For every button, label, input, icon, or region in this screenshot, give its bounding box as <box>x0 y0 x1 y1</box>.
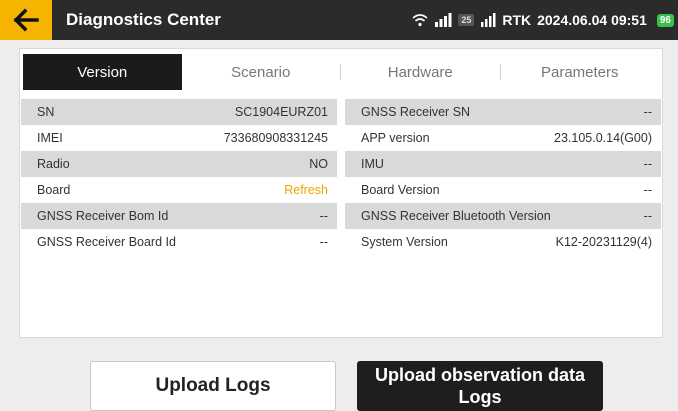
row-value: K12-20231129(4) <box>555 235 652 249</box>
row-value: -- <box>643 183 652 197</box>
cellular-signal-icon <box>435 13 452 27</box>
row-label: IMEI <box>37 131 63 145</box>
info-row-board: Board Refresh <box>21 177 337 203</box>
network-badge: 25 <box>458 14 475 26</box>
rtk-label: RTK <box>502 12 532 28</box>
right-column: GNSS Receiver SN -- APP version 23.105.0… <box>345 99 661 255</box>
tab-scenario[interactable]: Scenario <box>182 54 341 90</box>
row-label: Board <box>37 183 71 197</box>
info-row-app-version: APP version 23.105.0.14(G00) <box>345 125 661 151</box>
info-row-board-version: Board Version -- <box>345 177 661 203</box>
info-row-imu: IMU -- <box>345 151 661 177</box>
top-bar: Diagnostics Center 25 RTK 2024.06.04 09:… <box>0 0 678 40</box>
row-value: 23.105.0.14(G00) <box>554 131 652 145</box>
page-title: Diagnostics Center <box>66 10 221 29</box>
row-value: 733680908331245 <box>223 131 328 145</box>
status-bar: 25 RTK 2024.06.04 09:51 96 <box>412 12 674 28</box>
row-value: -- <box>643 209 652 223</box>
info-row-board-id: GNSS Receiver Board Id -- <box>21 229 337 255</box>
row-label: Radio <box>37 157 70 171</box>
info-row-bom-id: GNSS Receiver Bom Id -- <box>21 203 337 229</box>
upload-observation-logs-button[interactable]: Upload observation data Logs <box>357 361 603 411</box>
battery-icon: 96 <box>656 13 674 27</box>
row-value: -- <box>643 105 652 119</box>
row-value: SC1904EURZ01 <box>234 105 328 119</box>
refresh-link[interactable]: Refresh <box>284 183 328 197</box>
row-label: GNSS Receiver Board Id <box>37 235 176 249</box>
row-label: APP version <box>361 131 430 145</box>
tab-bar: Version Scenario Hardware Parameters <box>20 52 662 92</box>
tab-hardware[interactable]: Hardware <box>341 54 500 90</box>
info-row-sn: SN SC1904EURZ01 <box>21 99 337 125</box>
wifi-icon <box>412 14 428 27</box>
row-value: -- <box>319 235 328 249</box>
tab-parameters[interactable]: Parameters <box>501 54 660 90</box>
back-button[interactable] <box>0 0 52 40</box>
datetime: 2024.06.04 09:51 <box>537 12 647 28</box>
row-label: SN <box>37 105 55 119</box>
upload-logs-button[interactable]: Upload Logs <box>90 361 336 411</box>
row-label: System Version <box>361 235 448 249</box>
row-label: GNSS Receiver Bom Id <box>37 209 169 223</box>
row-label: IMU <box>361 157 384 171</box>
row-label: GNSS Receiver Bluetooth Version <box>361 209 551 223</box>
tab-version[interactable]: Version <box>23 54 182 90</box>
info-row-imei: IMEI 733680908331245 <box>21 125 337 151</box>
info-row-radio: Radio NO <box>21 151 337 177</box>
row-label: GNSS Receiver SN <box>361 105 471 119</box>
left-column: SN SC1904EURZ01 IMEI 733680908331245 Rad… <box>21 99 337 255</box>
info-row-receiver-sn: GNSS Receiver SN -- <box>345 99 661 125</box>
row-label: Board Version <box>361 183 440 197</box>
arrow-left-icon <box>13 8 39 32</box>
row-value: -- <box>643 157 652 171</box>
row-value: NO <box>309 157 328 171</box>
info-row-system-version: System Version K12-20231129(4) <box>345 229 661 255</box>
row-value: -- <box>319 209 328 223</box>
diagnostics-panel: Version Scenario Hardware Parameters SN … <box>19 48 663 338</box>
info-grid: SN SC1904EURZ01 IMEI 733680908331245 Rad… <box>20 92 662 255</box>
rtk-signal-icon <box>481 13 496 27</box>
info-row-bt-version: GNSS Receiver Bluetooth Version -- <box>345 203 661 229</box>
